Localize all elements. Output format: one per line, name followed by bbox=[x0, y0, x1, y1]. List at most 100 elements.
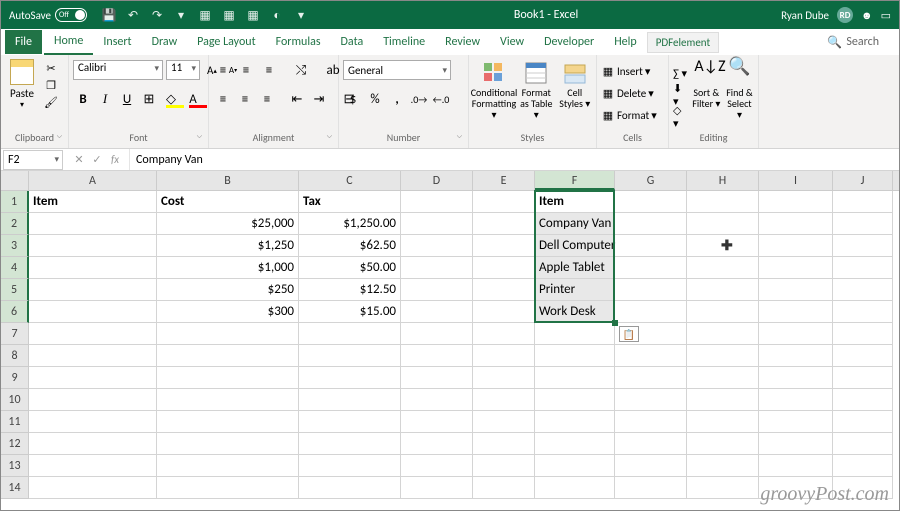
cell-G6[interactable] bbox=[615, 301, 687, 323]
cell-B7[interactable] bbox=[157, 323, 299, 345]
cell-J1[interactable] bbox=[833, 191, 893, 213]
qat-icon[interactable]: ▦ bbox=[195, 5, 215, 25]
cell-G4[interactable] bbox=[615, 257, 687, 279]
row-header-14[interactable]: 14 bbox=[1, 477, 29, 499]
cell-I5[interactable] bbox=[759, 279, 833, 301]
cell-D5[interactable] bbox=[401, 279, 473, 301]
cell-E14[interactable] bbox=[473, 477, 535, 499]
cell-C14[interactable] bbox=[299, 477, 401, 499]
cell-A2[interactable] bbox=[29, 213, 157, 235]
col-header-D[interactable]: D bbox=[401, 171, 473, 190]
cell-I8[interactable] bbox=[759, 345, 833, 367]
cell-D2[interactable] bbox=[401, 213, 473, 235]
cell-B4[interactable]: $1,000 bbox=[157, 257, 299, 279]
cell-B5[interactable]: $250 bbox=[157, 279, 299, 301]
clear-button[interactable]: ◇ ▾ bbox=[673, 107, 688, 127]
cell-H11[interactable] bbox=[687, 411, 759, 433]
cell-A12[interactable] bbox=[29, 433, 157, 455]
ribbon-options-icon[interactable]: ▭ bbox=[881, 9, 891, 22]
comma-icon[interactable]: , bbox=[387, 89, 407, 109]
align-right-icon[interactable]: ≡ bbox=[257, 89, 277, 109]
cell-F13[interactable] bbox=[535, 455, 615, 477]
tab-developer[interactable]: Developer bbox=[534, 30, 604, 54]
tab-pagelayout[interactable]: Page Layout bbox=[187, 30, 265, 54]
cell-G12[interactable] bbox=[615, 433, 687, 455]
cell-I6[interactable] bbox=[759, 301, 833, 323]
cell-E11[interactable] bbox=[473, 411, 535, 433]
cell-B13[interactable] bbox=[157, 455, 299, 477]
cell-J5[interactable] bbox=[833, 279, 893, 301]
cell-I11[interactable] bbox=[759, 411, 833, 433]
cell-F1[interactable]: Item bbox=[535, 191, 615, 213]
cell-G11[interactable] bbox=[615, 411, 687, 433]
tab-insert[interactable]: Insert bbox=[93, 30, 141, 54]
face-icon[interactable]: ☻ bbox=[861, 9, 873, 22]
cell-J9[interactable] bbox=[833, 367, 893, 389]
row-header-3[interactable]: 3 bbox=[1, 235, 29, 257]
insert-cells-button[interactable]: ▦Insert ▾ bbox=[601, 61, 650, 81]
format-painter-icon[interactable]: 🖌 bbox=[43, 95, 59, 109]
cell-F11[interactable] bbox=[535, 411, 615, 433]
cell-H8[interactable] bbox=[687, 345, 759, 367]
cell-E1[interactable] bbox=[473, 191, 535, 213]
cell-H14[interactable] bbox=[687, 477, 759, 499]
cell-D7[interactable] bbox=[401, 323, 473, 345]
cell-E3[interactable] bbox=[473, 235, 535, 257]
cell-G14[interactable] bbox=[615, 477, 687, 499]
cell-H6[interactable] bbox=[687, 301, 759, 323]
cell-C9[interactable] bbox=[299, 367, 401, 389]
col-header-I[interactable]: I bbox=[759, 171, 833, 190]
cell-F7[interactable] bbox=[535, 323, 615, 345]
cell-E9[interactable] bbox=[473, 367, 535, 389]
cell-H2[interactable] bbox=[687, 213, 759, 235]
underline-button[interactable]: U bbox=[117, 89, 137, 109]
cell-H5[interactable] bbox=[687, 279, 759, 301]
decrease-indent-icon[interactable]: ⇤ bbox=[287, 89, 307, 109]
cell-E2[interactable] bbox=[473, 213, 535, 235]
tab-review[interactable]: Review bbox=[435, 30, 490, 54]
tab-help[interactable]: Help bbox=[604, 30, 647, 54]
cell-D10[interactable] bbox=[401, 389, 473, 411]
cell-F9[interactable] bbox=[535, 367, 615, 389]
cell-F3[interactable]: Dell Computer bbox=[535, 235, 615, 257]
cell-C5[interactable]: $12.50 bbox=[299, 279, 401, 301]
fx-icon[interactable]: fx bbox=[107, 153, 123, 166]
row-header-2[interactable]: 2 bbox=[1, 213, 29, 235]
cell-D12[interactable] bbox=[401, 433, 473, 455]
tab-data[interactable]: Data bbox=[331, 30, 374, 54]
cell-H9[interactable] bbox=[687, 367, 759, 389]
cell-I1[interactable] bbox=[759, 191, 833, 213]
cell-C8[interactable] bbox=[299, 345, 401, 367]
align-middle-icon[interactable]: ≡ bbox=[236, 60, 256, 80]
enter-formula-icon[interactable]: ✓ bbox=[89, 153, 105, 166]
cell-H4[interactable] bbox=[687, 257, 759, 279]
orientation-icon[interactable]: ⤭ bbox=[291, 60, 311, 80]
cell-D1[interactable] bbox=[401, 191, 473, 213]
italic-button[interactable]: I bbox=[95, 89, 115, 109]
cell-A9[interactable] bbox=[29, 367, 157, 389]
delete-cells-button[interactable]: ▦Delete ▾ bbox=[601, 83, 654, 103]
cell-J12[interactable] bbox=[833, 433, 893, 455]
qat-icon[interactable]: ▦ bbox=[219, 5, 239, 25]
col-header-J[interactable]: J bbox=[833, 171, 893, 190]
cell-H10[interactable] bbox=[687, 389, 759, 411]
decrease-decimal-icon[interactable]: ←.0 bbox=[431, 89, 451, 109]
copy-icon[interactable]: ❐ bbox=[43, 78, 59, 92]
cell-A14[interactable] bbox=[29, 477, 157, 499]
tab-home[interactable]: Home bbox=[44, 29, 93, 55]
cell-E7[interactable] bbox=[473, 323, 535, 345]
cell-J13[interactable] bbox=[833, 455, 893, 477]
cell-F14[interactable] bbox=[535, 477, 615, 499]
cell-B3[interactable]: $1,250 bbox=[157, 235, 299, 257]
cell-G1[interactable] bbox=[615, 191, 687, 213]
border-button[interactable]: ⊞ bbox=[139, 89, 159, 109]
cell-B10[interactable] bbox=[157, 389, 299, 411]
save-icon[interactable]: 💾 bbox=[99, 5, 119, 25]
percent-icon[interactable]: % bbox=[365, 89, 385, 109]
cells-area[interactable]: ItemCostTaxItem$25,000$1,250.00Company V… bbox=[29, 191, 893, 499]
bold-button[interactable]: B bbox=[73, 89, 93, 109]
cell-I9[interactable] bbox=[759, 367, 833, 389]
undo-icon[interactable]: ↶ bbox=[123, 5, 143, 25]
cell-A7[interactable] bbox=[29, 323, 157, 345]
tab-draw[interactable]: Draw bbox=[142, 30, 188, 54]
